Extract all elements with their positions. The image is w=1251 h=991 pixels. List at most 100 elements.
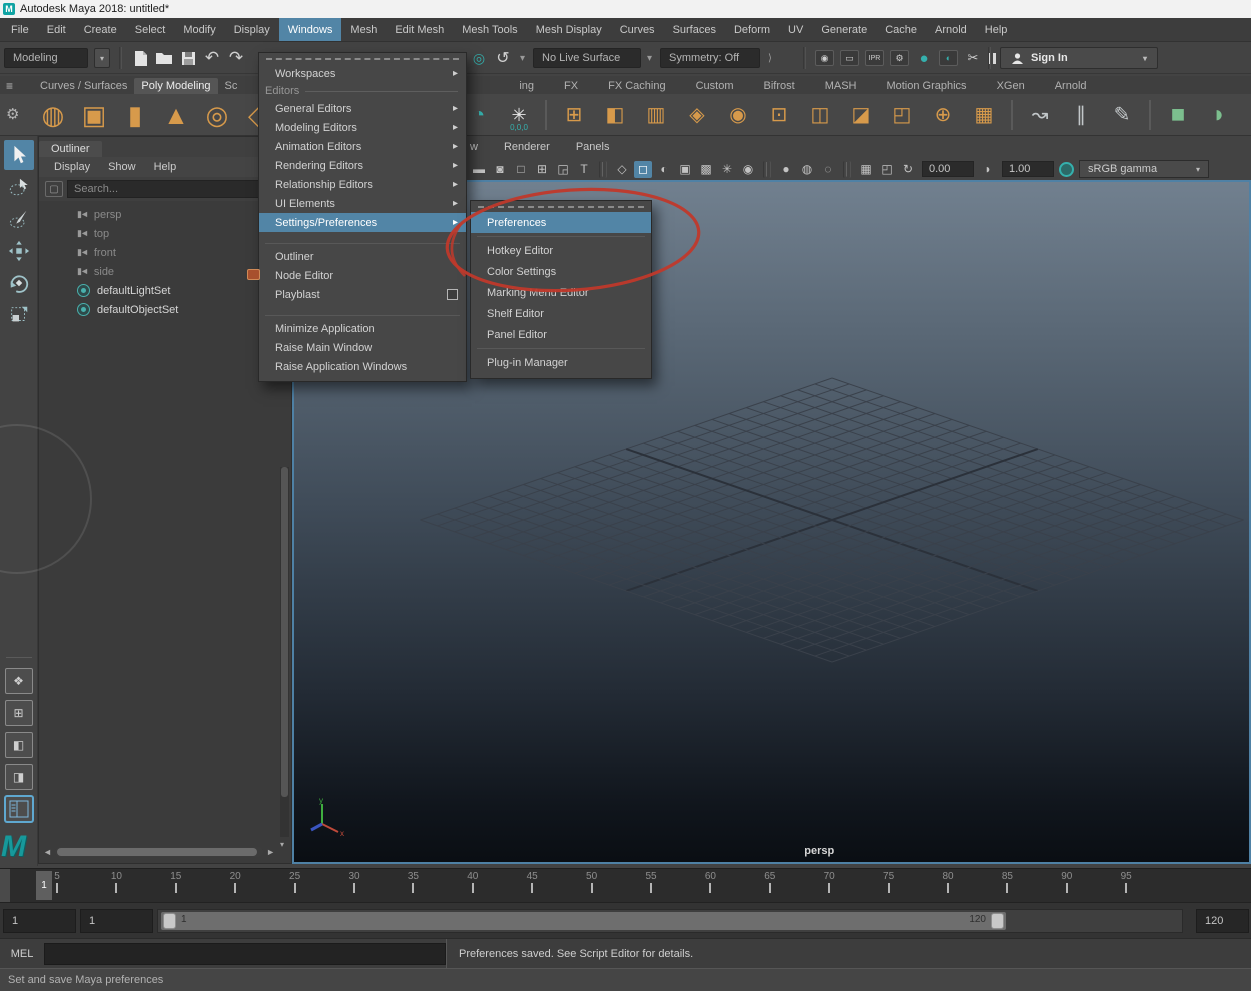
animation-start-field[interactable]: 1 [3, 909, 76, 933]
default-material-icon[interactable]: ● [777, 161, 795, 178]
menubar-item-create[interactable]: Create [75, 18, 126, 41]
shelf-tab-bifrost[interactable]: Bifrost [757, 78, 802, 94]
exposure-icon[interactable]: ↻ [899, 161, 917, 178]
animation-end-field[interactable]: 120 [1196, 909, 1249, 933]
select-tool-icon[interactable] [4, 140, 34, 170]
shelf-tab-motion-graphics[interactable]: Motion Graphics [879, 78, 973, 94]
gamma-icon[interactable]: ◗ [979, 161, 997, 178]
camera-icons[interactable]: ◰ [878, 161, 896, 178]
menubar-item-edit-mesh[interactable]: Edit Mesh [386, 18, 453, 41]
shelf-tab-ing[interactable]: ing [512, 78, 541, 94]
gate-mask-icon[interactable]: □ [512, 161, 530, 178]
menubar-item-select[interactable]: Select [126, 18, 175, 41]
exposure-field[interactable]: 0.00 [922, 161, 974, 177]
outliner-tab[interactable]: Outliner [39, 141, 102, 157]
subdiv-grid-icon[interactable]: ⊞ [556, 97, 592, 133]
zero-transforms-icon[interactable]: ✳0,0,0 [502, 97, 536, 133]
panel-menu-panels[interactable]: Panels [576, 141, 610, 153]
shelf-tab-fx-caching[interactable]: FX Caching [601, 78, 672, 94]
bevel-cube-icon[interactable]: ◉ [720, 97, 756, 133]
menu-item-node-editor[interactable]: Node Editor [259, 266, 466, 285]
menu-set-selector[interactable]: Modeling [4, 48, 88, 68]
use-all-lights-icon[interactable]: ▣ [676, 161, 694, 178]
pencil-curve-icon[interactable]: ✎ [1104, 97, 1140, 133]
menu-item-raise-main-window[interactable]: Raise Main Window [259, 338, 466, 357]
open-scene-icon[interactable] [155, 49, 173, 67]
outliner-menu-display[interactable]: Display [47, 161, 97, 173]
outliner-horizontal-scrollbar[interactable]: ◄ ► [43, 846, 275, 858]
lasso-select-tool-icon[interactable] [4, 172, 34, 202]
layout-four-view-button[interactable]: ⊞ [5, 700, 33, 726]
render-current-frame-icon[interactable]: ▭ [840, 50, 859, 66]
outliner-menu-help[interactable]: Help [147, 161, 184, 173]
shadows-icon[interactable]: ▩ [697, 161, 715, 178]
undo-icon[interactable]: ↶ [203, 49, 221, 67]
menu-item-outliner[interactable]: Outliner [259, 247, 466, 266]
light-editor-icon[interactable]: ◐ [939, 50, 958, 66]
isolate-select-icon[interactable]: ◌ [819, 161, 837, 178]
shelf-tab-custom[interactable]: Custom [689, 78, 741, 94]
redo-icon[interactable]: ↷ [227, 49, 245, 67]
shelf-tab-curves-surfaces[interactable]: Curves / Surfaces [33, 78, 134, 94]
menu-item-settings-preferences[interactable]: Settings/Preferences▸ [259, 213, 466, 232]
wireframe-icon[interactable]: ◇ [613, 161, 631, 178]
menubar-item-file[interactable]: File [2, 18, 38, 41]
submenu-item-hotkey-editor[interactable]: Hotkey Editor [471, 240, 651, 261]
gamma-field[interactable]: 1.00 [1002, 161, 1054, 177]
submenu-item-color-settings[interactable]: Color Settings [471, 261, 651, 282]
menubar-item-display[interactable]: Display [225, 18, 279, 41]
menu-set-dropdown-icon[interactable]: ▾ [94, 48, 110, 68]
grid-toggle-icon[interactable]: ▦ [857, 161, 875, 178]
menu-item-relationship-editors[interactable]: Relationship Editors▸ [259, 175, 466, 194]
wheel-project-icon[interactable]: ◫ [802, 97, 838, 133]
layout-single-pane-button[interactable]: ❖ [5, 668, 33, 694]
render-globe-icon[interactable]: ● [915, 49, 933, 67]
marquee-target-icon[interactable]: ⊡ [761, 97, 797, 133]
menubar-item-surfaces[interactable]: Surfaces [664, 18, 725, 41]
nurbs-patch-b-icon[interactable]: ◖ [1242, 97, 1251, 133]
menu-item-workspaces[interactable]: Workspaces▸ [259, 64, 466, 83]
menu-tearoff-handle[interactable] [266, 58, 459, 60]
submenu-tearoff-handle[interactable] [478, 206, 644, 208]
menubar-item-modify[interactable]: Modify [174, 18, 224, 41]
mirror-cylinder-icon[interactable]: ▥ [638, 97, 674, 133]
layout-split-a-button[interactable]: ◧ [5, 732, 33, 758]
poly-cube-icon[interactable]: ▣ [76, 97, 112, 133]
colorspace-selector[interactable]: sRGB gamma▾ [1079, 160, 1209, 178]
panel-menu-renderer[interactable]: Renderer [504, 141, 550, 153]
shelf-gear-icon[interactable]: ⚙ [6, 105, 19, 123]
shelf-tab-mash[interactable]: MASH [818, 78, 864, 94]
curve-arrow-icon[interactable]: ↝ [1022, 97, 1058, 133]
command-input[interactable] [44, 943, 446, 965]
live-surface-dropdown-icon[interactable]: ▾ [520, 53, 525, 64]
poly-sphere-icon[interactable]: ◍ [35, 97, 71, 133]
render-view-icon[interactable]: ◉ [815, 50, 834, 66]
combine-icon[interactable]: ⊕ [925, 97, 961, 133]
safe-action-icon[interactable]: ◲ [554, 161, 572, 178]
scale-tool-icon[interactable] [4, 300, 34, 330]
shelf-menu-icon[interactable]: ≡ [6, 79, 13, 93]
motion-blur-icon[interactable]: ◉ [739, 161, 757, 178]
menubar-item-cache[interactable]: Cache [876, 18, 926, 41]
menubar-item-deform[interactable]: Deform [725, 18, 779, 41]
poly-cylinder-icon[interactable]: ▮ [117, 97, 153, 133]
paint-effects-icon[interactable]: ✂ [964, 49, 982, 67]
textured-mode-icon[interactable]: ◐ [655, 161, 673, 178]
playback-range-bar[interactable]: 1 120 [161, 912, 1006, 930]
outliner-vertical-scrollbar[interactable]: ▾ [280, 467, 289, 837]
menu-item-animation-editors[interactable]: Animation Editors▸ [259, 137, 466, 156]
menu-item-ui-elements[interactable]: UI Elements▸ [259, 194, 466, 213]
menu-item-playblast[interactable]: Playblast [259, 285, 466, 304]
menubar-item-help[interactable]: Help [976, 18, 1017, 41]
edit-points-icon[interactable]: ∥ [1063, 97, 1099, 133]
save-scene-icon[interactable] [179, 49, 197, 67]
menubar-item-mesh-tools[interactable]: Mesh Tools [453, 18, 526, 41]
menubar-item-uv[interactable]: UV [779, 18, 812, 41]
submenu-item-marking-menu-editor[interactable]: Marking Menu Editor [471, 282, 651, 303]
resolution-gate-icon[interactable]: ◙ [491, 161, 509, 178]
menubar-item-mesh-display[interactable]: Mesh Display [527, 18, 611, 41]
submenu-item-preferences[interactable]: Preferences [471, 212, 651, 233]
ipr-render-icon[interactable]: IPR [865, 50, 884, 66]
menu-item-modeling-editors[interactable]: Modeling Editors▸ [259, 118, 466, 137]
menubar-item-arnold[interactable]: Arnold [926, 18, 976, 41]
